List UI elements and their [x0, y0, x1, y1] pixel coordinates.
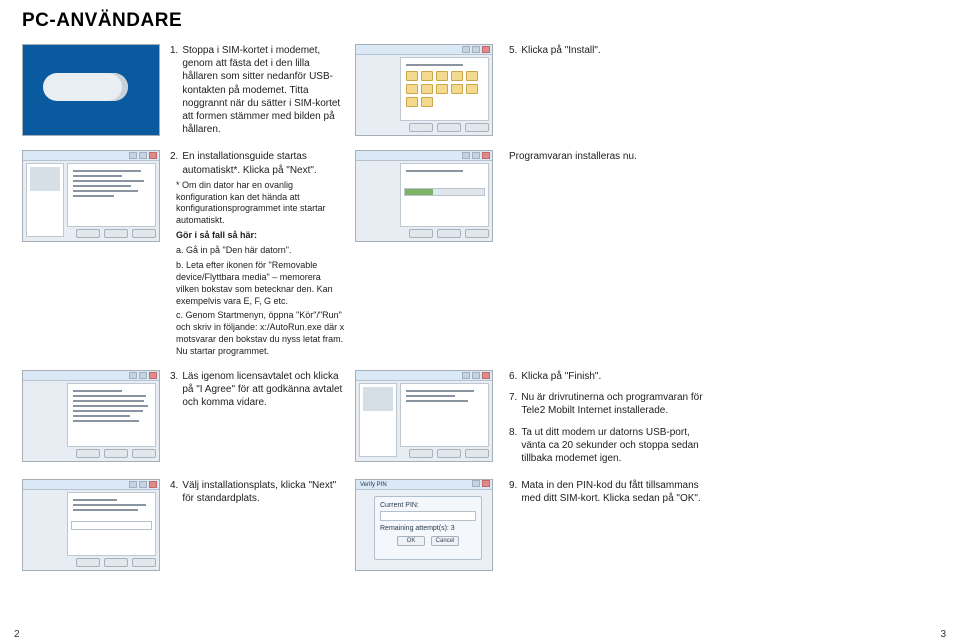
pin-cancel-button[interactable]: Cancel — [431, 536, 459, 546]
step-5: 5.Klicka på "Install". — [509, 44, 624, 59]
page-number-left: 2 — [14, 629, 20, 640]
step-1: 1.Stoppa i SIM-kortet i modemet, genom a… — [170, 44, 345, 138]
row-2: 2.En installationsguide startas automati… — [22, 150, 938, 358]
pin-label: Current PIN: — [380, 502, 476, 509]
row-3: 3.Läs igenom licensavtalet och klicka på… — [22, 370, 938, 467]
step-9: 9.Mata in den PIN-kod du fått tillsamman… — [509, 479, 705, 507]
pin-title: Verify PIN — [358, 480, 387, 489]
row-1: 1.Stoppa i SIM-kortet i modemet, genom a… — [22, 44, 938, 138]
installing-text: Programvaran installeras nu. — [509, 150, 705, 163]
steps-6-7-8: 6.Klicka på "Finish". 7.Nu är drivrutine… — [509, 370, 705, 467]
pin-remaining: Remaining attempt(s): 3 — [380, 525, 476, 532]
pin-input[interactable] — [380, 511, 476, 521]
wizard-license-thumbnail — [22, 370, 160, 462]
wizard-location-thumbnail — [22, 479, 160, 571]
step-4: 4.Välj installationsplats, klicka "Next"… — [170, 479, 345, 507]
verify-pin-thumbnail: Verify PIN Current PIN: Remaining attemp… — [355, 479, 493, 571]
wizard-complete-thumbnail — [355, 370, 493, 462]
page-number-right: 3 — [940, 629, 946, 640]
step-3: 3.Läs igenom licensavtalet och klicka på… — [170, 370, 345, 412]
wizard-installing-thumbnail — [355, 150, 493, 242]
row-4: 4.Välj installationsplats, klicka "Next"… — [22, 479, 938, 571]
modem-photo-thumbnail — [22, 44, 160, 136]
pin-ok-button[interactable]: OK — [397, 536, 425, 546]
wizard-folder-thumbnail — [355, 44, 493, 136]
step-2: 2.En installationsguide startas automati… — [170, 150, 345, 358]
page-title: PC-ANVÄNDARE — [22, 10, 938, 32]
wizard-welcome-thumbnail — [22, 150, 160, 242]
